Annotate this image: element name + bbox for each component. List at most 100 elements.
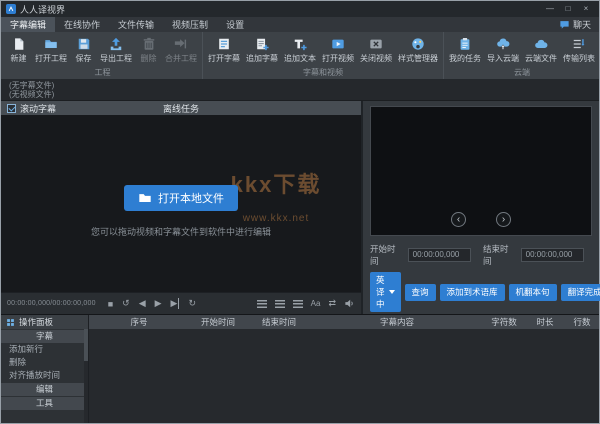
delete-button[interactable]: 删除 — [135, 35, 162, 66]
save-button[interactable]: 保存 — [70, 35, 97, 66]
menu-video-encode[interactable]: 视频压制 — [163, 17, 217, 32]
align-center-icon[interactable] — [275, 300, 285, 308]
subtitle-file-status[interactable]: (无字幕文件) — [1, 81, 599, 90]
ops-item-delete[interactable]: 删除 — [1, 356, 88, 369]
translate-done-button[interactable]: 翻译完成 — [561, 284, 600, 301]
open-local-file-button[interactable]: 打开本地文件 — [124, 185, 238, 211]
transfer-list-icon — [572, 37, 586, 51]
player-tools: Aa ⇄ — [257, 298, 355, 309]
step-forward-button[interactable]: ▶ — [171, 298, 180, 309]
drop-hint: 您可以拖动视频和字幕文件到软件中进行编辑 — [1, 225, 361, 238]
minimize-button[interactable]: — — [542, 3, 558, 15]
scroll-subtitle-checkbox[interactable] — [7, 104, 16, 113]
append-subtitle-icon — [255, 37, 269, 51]
language-pair-value: 英译中 — [376, 274, 385, 310]
step-back-button[interactable]: ◀ — [139, 298, 146, 309]
editor-drop-area[interactable]: kkx下载 www.kkx.net 打开本地文件 您可以拖动视频和字幕文件到软件… — [1, 115, 361, 292]
open-subtitle-icon — [217, 37, 231, 51]
player-bar: 00:00:00,000/00:00:00,000 ■ ↺ ◀ ▶ ▶ ↻ Aa… — [1, 292, 361, 314]
replay-button[interactable]: ↺ — [122, 298, 130, 309]
window-controls: — □ × — [542, 3, 594, 15]
video-preview: ‹ › — [370, 106, 592, 236]
append-text-label: 追加文本 — [284, 53, 316, 64]
col-end-time: 结束时间 — [247, 316, 311, 328]
append-text-button[interactable]: 追加文本 — [281, 35, 319, 66]
watermark-line2: www.kkx.net — [196, 213, 356, 224]
swap-button[interactable]: ⇄ — [328, 298, 336, 309]
style-manager-label: 样式管理器 — [398, 53, 438, 64]
player-timecode: 00:00:00,000/00:00:00,000 — [7, 300, 96, 307]
open-subtitle-button[interactable]: 打开字幕 — [205, 35, 243, 66]
app-window: 人人译视界 — □ × 字幕编辑 在线协作 文件传输 视频压制 设置 聊天 新建 — [0, 0, 600, 424]
close-button[interactable]: × — [578, 3, 594, 15]
ops-scrollbar-thumb[interactable] — [84, 329, 88, 361]
time-row: 开始时间 00:00:00,000 结束时间 00:00:00,000 — [370, 243, 592, 267]
cloud-file-button[interactable]: 云端文件 — [522, 35, 560, 66]
delete-icon — [142, 37, 156, 51]
play-button[interactable]: ▶ — [155, 298, 162, 309]
menu-file-transfer[interactable]: 文件传输 — [109, 17, 163, 32]
subtitle-table-body[interactable] — [89, 329, 599, 423]
merge-project-button[interactable]: 合并工程 — [162, 35, 200, 66]
ops-section-subtitle[interactable]: 字幕 — [1, 330, 88, 343]
preview-pane: ‹ › 开始时间 00:00:00,000 结束时间 00:00:00,000 … — [363, 101, 599, 314]
align-left-icon[interactable] — [257, 300, 267, 308]
menu-bar: 字幕编辑 在线协作 文件传输 视频压制 设置 聊天 — [1, 17, 599, 32]
delete-label: 删除 — [141, 53, 157, 64]
col-subtitle-content: 字幕内容 — [311, 316, 483, 328]
volume-icon[interactable] — [344, 298, 355, 309]
my-tasks-button[interactable]: 我的任务 — [446, 35, 484, 66]
import-cloud-icon — [496, 37, 510, 51]
merge-project-label: 合并工程 — [165, 53, 197, 64]
ops-item-add-row[interactable]: 添加新行 — [1, 343, 88, 356]
prev-subtitle-button[interactable]: ‹ — [451, 212, 466, 227]
end-time-input[interactable]: 00:00:00,000 — [521, 248, 584, 262]
add-to-termbase-button[interactable]: 添加到术语库 — [440, 284, 505, 301]
ops-item-align-playtime[interactable]: 对齐播放时间 — [1, 369, 88, 382]
import-cloud-button[interactable]: 导入云端 — [484, 35, 522, 66]
align-right-icon[interactable] — [293, 300, 303, 308]
close-video-label: 关闭视频 — [360, 53, 392, 64]
font-size-button[interactable]: Aa — [311, 299, 321, 308]
video-file-status[interactable]: (无视频文件) — [1, 90, 599, 99]
chat-icon — [559, 19, 570, 30]
ops-section-edit[interactable]: 编辑 — [1, 383, 88, 396]
ops-section-tools[interactable]: 工具 — [1, 397, 88, 410]
grid-icon — [6, 318, 15, 327]
open-video-button[interactable]: 打开视频 — [319, 35, 357, 66]
end-time-label: 结束时间 — [483, 243, 517, 267]
menu-online-collab[interactable]: 在线协作 — [55, 17, 109, 32]
next-subtitle-button[interactable]: › — [496, 212, 511, 227]
append-subtitle-label: 追加字幕 — [246, 53, 278, 64]
caret-down-icon — [389, 290, 395, 294]
query-button[interactable]: 查询 — [405, 284, 436, 301]
open-project-button[interactable]: 打开工程 — [32, 35, 70, 66]
translate-row: 英译中 查询 添加到术语库 机翻本句 翻译完成 — [370, 272, 592, 312]
cloud-file-icon — [534, 37, 548, 51]
start-time-input[interactable]: 00:00:00,000 — [408, 248, 471, 262]
menu-subtitle-edit[interactable]: 字幕编辑 — [1, 17, 55, 32]
toolbar-group-subtitle-video-label: 字幕和视频 — [205, 68, 441, 79]
operation-panel-header: 操作面板 — [1, 315, 88, 329]
close-video-icon — [369, 37, 383, 51]
export-project-button[interactable]: 导出工程 — [97, 35, 135, 66]
style-manager-button[interactable]: 样式管理器 — [395, 35, 441, 66]
chat-button[interactable]: 聊天 — [551, 17, 599, 32]
loop-button[interactable]: ↻ — [188, 298, 196, 309]
my-tasks-icon — [458, 37, 472, 51]
export-project-icon — [109, 37, 123, 51]
language-pair-select[interactable]: 英译中 — [370, 272, 401, 312]
transfer-list-button[interactable]: 传输列表 — [560, 35, 598, 66]
append-subtitle-button[interactable]: 追加字幕 — [243, 35, 281, 66]
maximize-button[interactable]: □ — [560, 3, 576, 15]
subtitle-table: 序号 开始时间 结束时间 字幕内容 字符数 时长 行数 — [89, 315, 599, 423]
subtitle-table-header: 序号 开始时间 结束时间 字幕内容 字符数 时长 行数 — [89, 315, 599, 329]
close-video-button[interactable]: 关闭视频 — [357, 35, 395, 66]
new-button[interactable]: 新建 — [5, 35, 32, 66]
machine-translate-button[interactable]: 机翻本句 — [509, 284, 557, 301]
stop-button[interactable]: ■ — [108, 299, 113, 309]
my-tasks-label: 我的任务 — [449, 53, 481, 64]
save-label: 保存 — [76, 53, 92, 64]
menu-settings[interactable]: 设置 — [217, 17, 253, 32]
ops-scrollbar[interactable] — [84, 329, 88, 423]
